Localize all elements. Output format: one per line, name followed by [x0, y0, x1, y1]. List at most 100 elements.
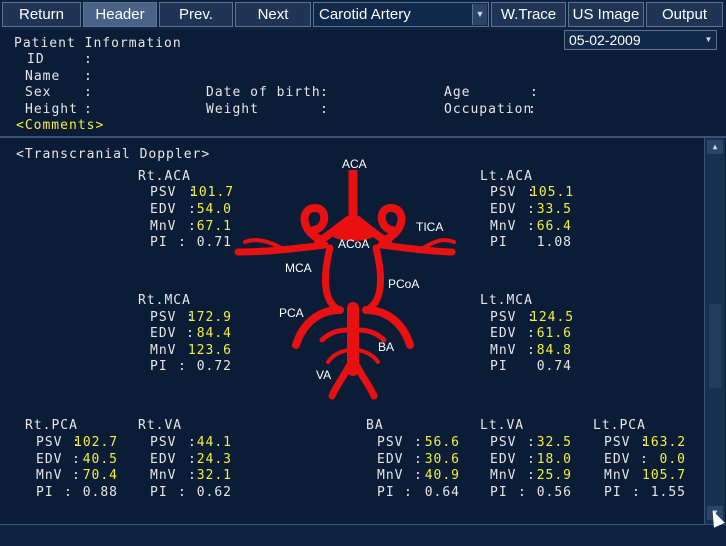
patient-info-title: Patient Information — [14, 36, 182, 51]
lt-aca-edv-value: 33.5 — [536, 202, 572, 217]
psv-label: PSV — [150, 310, 177, 325]
study-select[interactable]: Carotid Artery ▼ — [313, 2, 489, 27]
rt-aca-title: Rt.ACA — [138, 169, 191, 184]
weight-colon: : — [320, 102, 329, 117]
next-button[interactable]: Next — [235, 2, 311, 27]
ba-title: BA — [366, 418, 384, 433]
rt-mca-mnv-value: 123.6 — [187, 343, 232, 358]
output-button[interactable]: Output — [646, 2, 723, 27]
colon: : — [178, 485, 187, 500]
weight-label: Weight — [206, 102, 259, 117]
psv-label: PSV — [490, 310, 517, 325]
vessel-label-va: VA — [316, 368, 332, 382]
lt-mca-title: Lt.MCA — [480, 293, 533, 308]
lt-pca-pi-value: 1.55 — [650, 485, 686, 500]
edv-label: EDV — [150, 452, 177, 467]
return-button[interactable]: Return — [2, 2, 81, 27]
lt-mca-pi-value: 0.74 — [536, 359, 572, 374]
lt-va-edv-value: 18.0 — [536, 452, 572, 467]
lt-aca-mnv-value: 66.4 — [536, 219, 572, 234]
mnv-label: MnV — [490, 468, 517, 483]
vessel-label-pca: PCA — [279, 306, 304, 320]
dob-colon: : — [320, 85, 329, 100]
edv-label: EDV — [490, 326, 517, 341]
scrollbar-thumb[interactable] — [709, 304, 721, 388]
ba-side-branch-3 — [326, 348, 350, 364]
pi-label: PI — [150, 359, 168, 374]
header-button[interactable]: Header — [83, 2, 157, 27]
height-label: Height — [25, 102, 78, 117]
wtrace-button[interactable]: W.Trace — [491, 2, 566, 27]
ba-mnv-value: 40.9 — [424, 468, 460, 483]
psv-label: PSV — [490, 185, 517, 200]
prev-button[interactable]: Prev. — [159, 2, 233, 27]
colon: : — [64, 485, 73, 500]
lt-va-title: Lt.VA — [480, 418, 525, 433]
mnv-label: MnV — [490, 219, 517, 234]
pi-label: PI — [36, 485, 54, 500]
vessel-label-tica: TICA — [416, 220, 444, 234]
name-colon: : — [84, 69, 93, 84]
pi-label: PI — [377, 485, 395, 500]
rt-mca-title: Rt.MCA — [138, 293, 191, 308]
lt-va-psv-value: 32.5 — [536, 435, 572, 450]
lt-va-vessel — [353, 362, 378, 400]
rt-pca-mnv-value: 70.4 — [82, 468, 118, 483]
chevron-down-icon[interactable]: ▼ — [472, 4, 487, 25]
edv-label: EDV — [36, 452, 63, 467]
sex-colon: : — [84, 85, 93, 100]
chevron-down-icon[interactable]: ▼ — [702, 32, 715, 48]
lt-aca-title: Lt.ACA — [480, 169, 533, 184]
occupation-colon: : — [528, 102, 537, 117]
rt-mca-pi-value: 0.72 — [196, 359, 232, 374]
rt-mca-psv-value: 172.9 — [187, 310, 232, 325]
pi-label: PI — [150, 485, 168, 500]
rt-pcoa-vessel — [322, 244, 340, 312]
rt-va-edv-value: 24.3 — [196, 452, 232, 467]
study-select-value: Carotid Artery — [319, 6, 411, 23]
rt-mca-edv-value: 84.4 — [196, 326, 232, 341]
edv-label: EDV — [150, 326, 177, 341]
mnv-label: MnV — [150, 219, 177, 234]
toolbar: Return Header Prev. Next Carotid Artery … — [0, 0, 726, 30]
lt-tica-loop — [377, 204, 406, 244]
pi-label: PI — [604, 485, 622, 500]
mnv-label: MnV — [604, 468, 631, 483]
lt-mca-mnv-value: 84.8 — [536, 343, 572, 358]
vessel-label-mca: MCA — [285, 261, 312, 275]
height-colon: : — [84, 102, 93, 117]
occupation-label: Occupation — [444, 102, 533, 117]
lt-pca-title: Lt.PCA — [593, 418, 646, 433]
us-image-button[interactable]: US Image — [568, 2, 644, 27]
rt-aca-pi-value: 0.71 — [196, 235, 232, 250]
report-scrollbar[interactable]: ▲ ▼ — [704, 138, 725, 524]
scroll-up-icon[interactable]: ▲ — [707, 140, 723, 154]
vessel-label-pcoa: PCoA — [388, 277, 420, 291]
bottom-bar — [0, 524, 726, 546]
edv-label: EDV — [604, 452, 631, 467]
comments-link[interactable]: <Comments> — [16, 118, 104, 133]
mnv-label: MnV — [36, 468, 63, 483]
lt-mca-edv-value: 61.6 — [536, 326, 572, 341]
ba-psv-value: 56.6 — [424, 435, 460, 450]
rt-pca-pi-value: 0.88 — [82, 485, 118, 500]
psv-label: PSV — [490, 435, 517, 450]
mnv-label: MnV — [490, 343, 517, 358]
rt-aca-mnv-value: 67.1 — [196, 219, 232, 234]
mnv-label: MnV — [150, 343, 177, 358]
edv-label: EDV — [490, 452, 517, 467]
lt-va-mnv-value: 25.9 — [536, 468, 572, 483]
age-colon: : — [530, 85, 539, 100]
ba-side-branch-2 — [355, 327, 387, 343]
psv-label: PSV — [604, 435, 631, 450]
psv-label: PSV — [377, 435, 404, 450]
sex-label: Sex — [25, 85, 52, 100]
lt-pcoa-vessel — [366, 244, 384, 312]
lt-pca-mnv-value: 105.7 — [642, 468, 687, 483]
rt-va-vessel — [328, 362, 353, 400]
rt-va-mnv-value: 32.1 — [196, 468, 232, 483]
date-value: 05-02-2009 — [569, 32, 641, 48]
lt-aca-psv-value: 105.1 — [530, 185, 575, 200]
vessel-label-aca: ACA — [342, 157, 367, 171]
date-select[interactable]: 05-02-2009 ▼ — [564, 30, 717, 50]
